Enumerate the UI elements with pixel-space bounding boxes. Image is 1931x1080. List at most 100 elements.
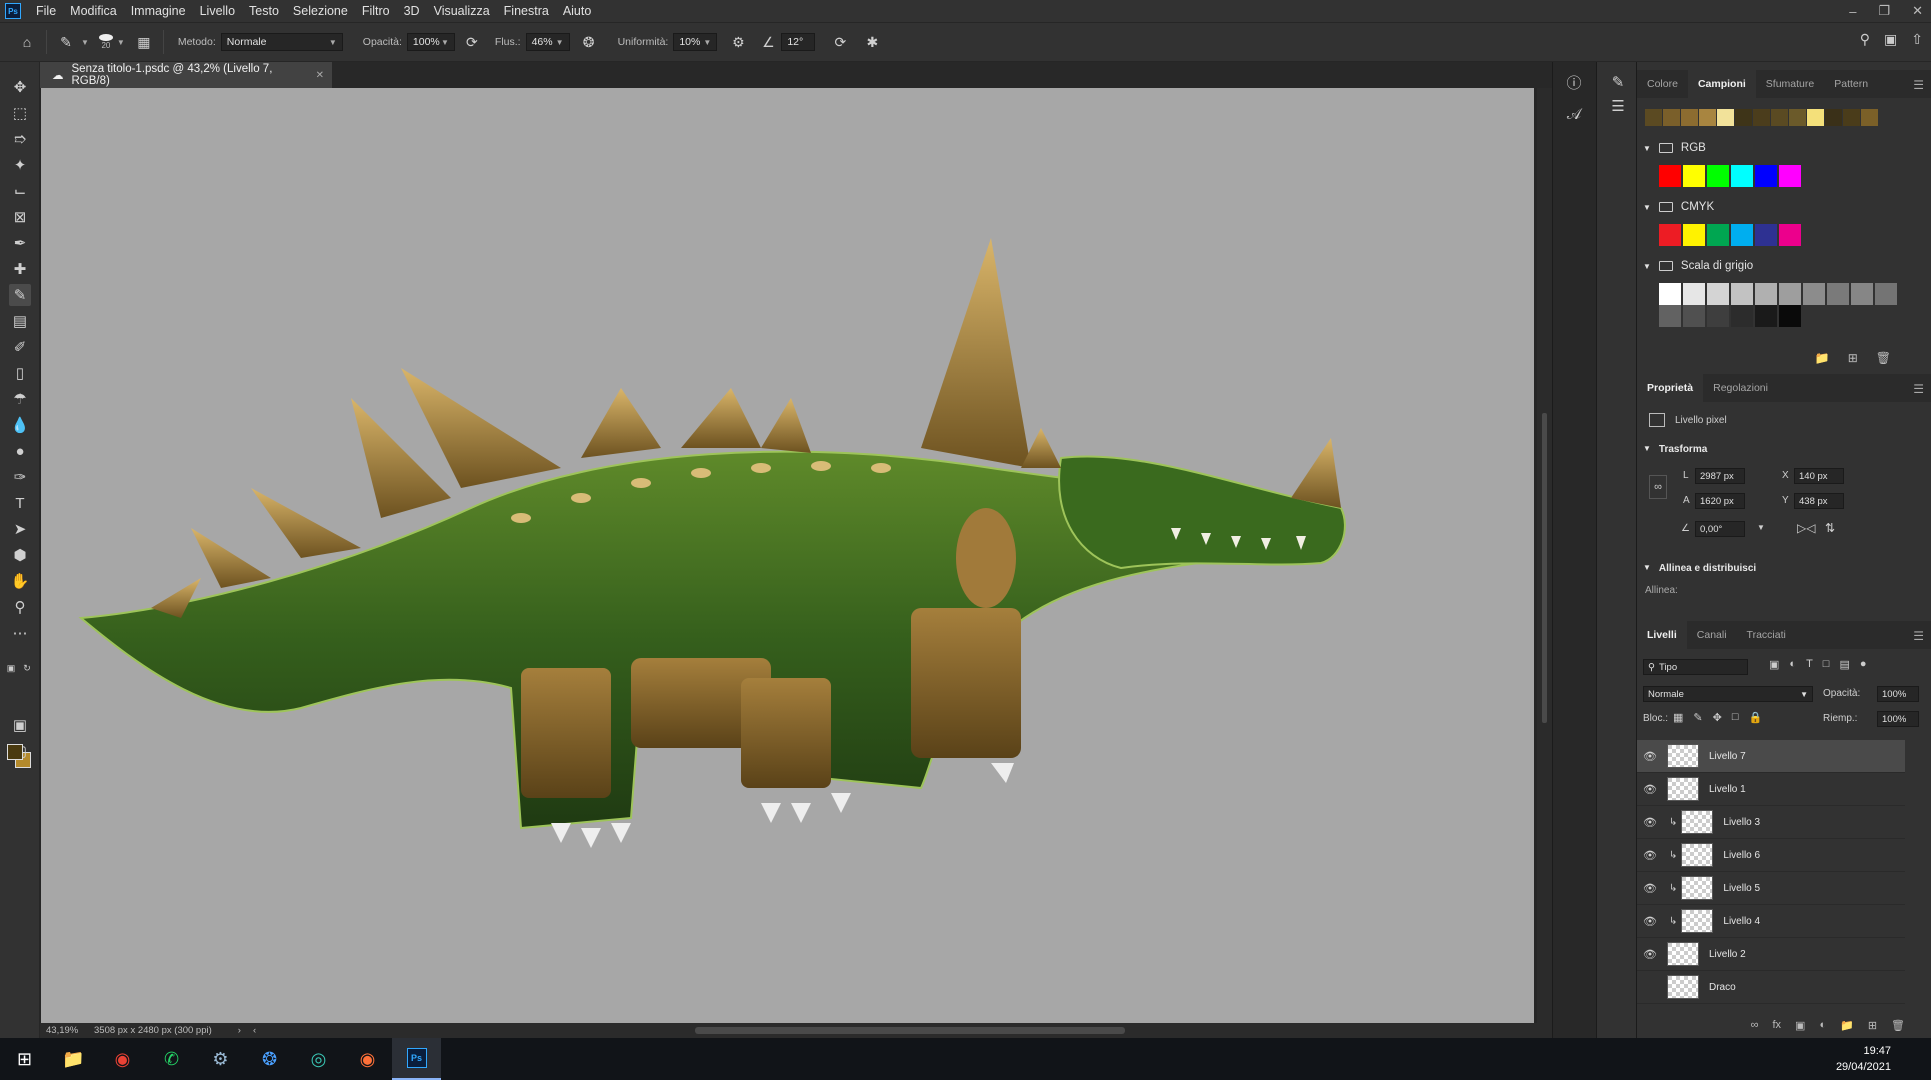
layer-row[interactable]: 👁 ↳ Livello 5 [1637, 872, 1905, 905]
adjustments-panel-icon[interactable]: ☰ [1608, 96, 1628, 116]
tab-color[interactable]: Colore [1637, 70, 1688, 98]
link-dimensions-icon[interactable]: ∞ [1649, 475, 1667, 499]
airbrush-icon[interactable]: ❂ [578, 31, 600, 53]
color-swatch[interactable] [1707, 165, 1729, 187]
layer-row[interactable]: Draco [1637, 971, 1905, 1004]
filter-toggle-icon[interactable]: ● [1860, 658, 1867, 671]
flip-vertical-icon[interactable]: ⇅ [1825, 521, 1835, 535]
filter-type-icon[interactable]: T [1806, 658, 1813, 671]
edge-icon[interactable]: ◎ [294, 1038, 343, 1080]
color-swatch[interactable] [1755, 305, 1777, 327]
layer-row[interactable]: 👁 ↳ Livello 4 [1637, 905, 1905, 938]
firefox-icon[interactable]: ◉ [343, 1038, 392, 1080]
brush-settings-panel-icon[interactable]: ✎ [1608, 72, 1628, 92]
color-swatch[interactable] [1717, 109, 1734, 126]
menu-window[interactable]: Finestra [497, 4, 556, 18]
glyphs-icon[interactable]: 𝒜 [1564, 104, 1584, 124]
transform-header[interactable]: ▼ Trasforma [1643, 444, 1707, 455]
color-swatch[interactable] [1707, 283, 1729, 305]
color-swatch[interactable] [1755, 283, 1777, 305]
dodge-tool-icon[interactable]: ● [9, 440, 31, 462]
tab-layers[interactable]: Livelli [1637, 621, 1687, 649]
pressure-opacity-icon[interactable]: ⟳ [461, 31, 483, 53]
color-swatch[interactable] [1779, 283, 1801, 305]
color-swatch[interactable] [1755, 165, 1777, 187]
move-tool-icon[interactable]: ✥ [9, 76, 31, 98]
filter-adjustment-icon[interactable]: ◐ [1789, 658, 1796, 671]
link-layers-icon[interactable]: ∞ [1751, 1019, 1759, 1032]
color-swatch[interactable] [1851, 283, 1873, 305]
color-swatch[interactable] [1755, 224, 1777, 246]
healing-brush-tool-icon[interactable]: ✚ [9, 258, 31, 280]
color-swatch[interactable] [1771, 109, 1788, 126]
document-tab[interactable]: ☁ Senza titolo-1.psdc @ 43,2% (Livello 7… [40, 62, 332, 88]
color-swatch[interactable] [1683, 224, 1705, 246]
vertical-scrollbar[interactable] [1537, 88, 1552, 1023]
foreground-color-swatch[interactable] [7, 744, 23, 760]
color-swatch[interactable] [1735, 109, 1752, 126]
color-swatch[interactable] [1731, 165, 1753, 187]
color-swatch[interactable] [1683, 283, 1705, 305]
close-tab-icon[interactable]: ✕ [316, 70, 324, 81]
pen-tool-icon[interactable]: ✑ [9, 466, 31, 488]
marquee-tool-icon[interactable]: ⬚ [9, 102, 31, 124]
layer-filter-select[interactable]: ⚲ Tipo [1643, 659, 1748, 675]
chevron-down-icon[interactable]: ▼ [81, 38, 89, 47]
shape-tool-icon[interactable]: ⬢ [9, 544, 31, 566]
workspace-icon[interactable]: ▣ [1884, 31, 1897, 48]
new-group-icon[interactable]: 📁 [1815, 351, 1830, 365]
color-swatch[interactable] [1825, 109, 1842, 126]
menu-layer[interactable]: Livello [193, 4, 242, 18]
tab-swatches[interactable]: Campioni [1687, 70, 1756, 98]
menu-select[interactable]: Selezione [286, 4, 355, 18]
color-swatch[interactable] [1779, 224, 1801, 246]
chevron-down-icon[interactable]: ▼ [117, 38, 125, 47]
color-swatch[interactable] [1803, 283, 1825, 305]
battlenet-icon[interactable]: ❂ [245, 1038, 294, 1080]
path-selection-tool-icon[interactable]: ➤ [9, 518, 31, 540]
color-swatch[interactable] [1843, 109, 1860, 126]
steam-icon[interactable]: ⚙ [196, 1038, 245, 1080]
color-swatch[interactable] [1663, 109, 1680, 126]
width-field[interactable]: 2987 px [1695, 468, 1745, 484]
swatch-group-rgb[interactable]: ▼ RGB [1643, 142, 1706, 154]
color-swatch[interactable] [1659, 283, 1681, 305]
default-colors-icon[interactable]: ▣ [4, 662, 18, 674]
menu-3d[interactable]: 3D [397, 4, 427, 18]
menu-help[interactable]: Aiuto [556, 4, 599, 18]
color-swatch[interactable] [1645, 109, 1662, 126]
zoom-tool-icon[interactable]: ⚲ [9, 596, 31, 618]
visibility-eye-icon[interactable]: 👁 [1637, 948, 1663, 961]
angle-field[interactable]: 12° [781, 33, 816, 51]
more-tools-icon[interactable]: ⋯ [9, 622, 31, 644]
color-swatch[interactable] [1659, 305, 1681, 327]
menu-image[interactable]: Immagine [124, 4, 193, 18]
color-swatch[interactable] [1683, 165, 1705, 187]
horizontal-scroll-thumb[interactable] [695, 1027, 1125, 1034]
windows-start-icon[interactable]: ⊞ [0, 1038, 49, 1080]
mode-select[interactable]: Normale ▼ [220, 33, 343, 51]
flow-field[interactable]: 46% ▼ [525, 33, 570, 51]
lock-transparency-icon[interactable]: ▦ [1673, 711, 1683, 724]
share-icon[interactable]: ⇧ [1911, 31, 1923, 48]
menu-filter[interactable]: Filtro [355, 4, 397, 18]
visibility-eye-icon[interactable]: 👁 [1637, 882, 1663, 895]
height-field[interactable]: 1620 px [1695, 493, 1745, 509]
fx-icon[interactable]: fx [1772, 1019, 1781, 1032]
y-field[interactable]: 438 px [1794, 493, 1844, 509]
menu-file[interactable]: File [29, 4, 63, 18]
system-clock[interactable]: 19:47 29/04/2021 [1836, 1043, 1891, 1075]
color-swatch[interactable] [1699, 109, 1716, 126]
color-swatch[interactable] [1807, 109, 1824, 126]
color-swatch[interactable] [1753, 109, 1770, 126]
new-layer-icon[interactable]: ⊞ [1868, 1019, 1877, 1032]
visibility-eye-icon[interactable]: 👁 [1637, 783, 1663, 796]
hand-tool-icon[interactable]: ✋ [9, 570, 31, 592]
close-icon[interactable]: ✕ [1912, 3, 1923, 19]
tab-properties[interactable]: Proprietà [1637, 374, 1704, 402]
stamp-tool-icon[interactable]: ▤ [9, 310, 31, 332]
color-swatch[interactable] [1659, 224, 1681, 246]
smoothing-field[interactable]: 10% ▼ [673, 33, 718, 51]
color-swatch[interactable] [1681, 109, 1698, 126]
paint-bucket-tool-icon[interactable]: ☂ [9, 388, 31, 410]
